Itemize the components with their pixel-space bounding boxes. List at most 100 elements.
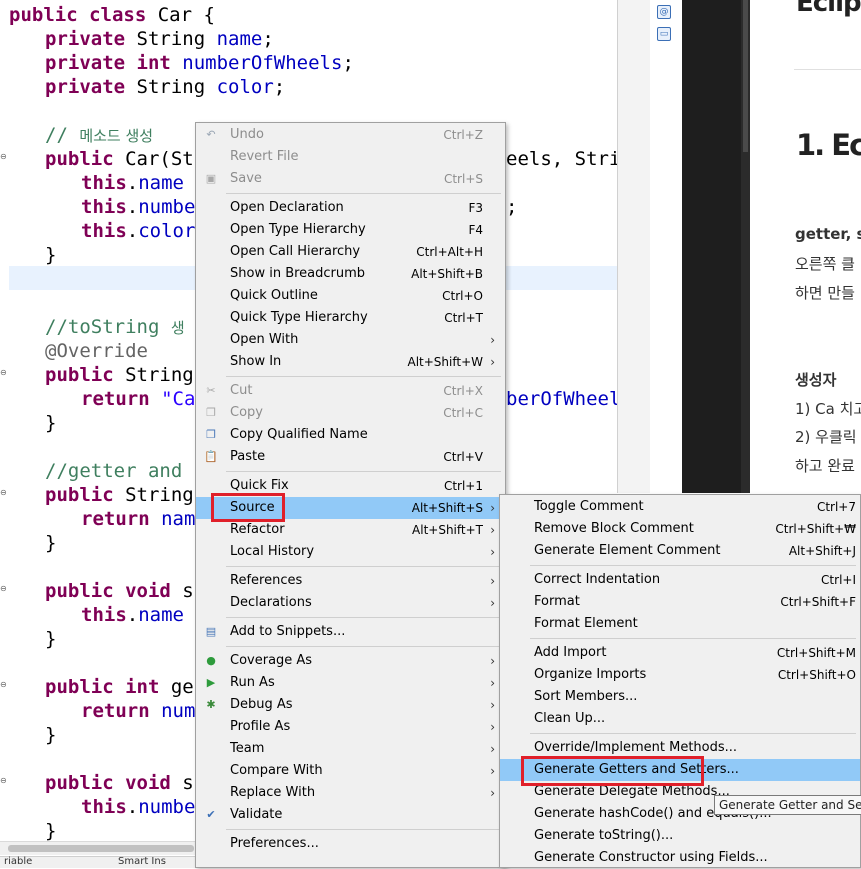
menu-item-label: Validate bbox=[230, 807, 283, 822]
menu-separator bbox=[226, 193, 501, 194]
code-line: public int ge bbox=[45, 676, 194, 698]
copy-qualified-icon: ❐ bbox=[206, 428, 216, 441]
copy-icon: ❐ bbox=[206, 406, 216, 419]
menu-separator bbox=[226, 566, 501, 567]
code-line: return "Ca bbox=[81, 388, 196, 410]
menu-item-shortcut: Ctrl+S bbox=[443, 172, 483, 186]
menu-item-shortcut: Alt+Shift+B bbox=[411, 267, 483, 281]
menu-separator bbox=[530, 638, 856, 639]
submenu-item-generate-constructor-using-fields[interactable]: Generate Constructor using Fields... bbox=[500, 847, 860, 869]
submenu-item-add-import[interactable]: Add Import Ctrl+Shift+M bbox=[500, 642, 860, 664]
menu-item-team[interactable]: Team › bbox=[196, 738, 505, 760]
menu-item-local-history[interactable]: Local History › bbox=[196, 541, 505, 563]
chevron-right-icon: › bbox=[490, 786, 495, 800]
menu-item-cut[interactable]: ✂ Cut Ctrl+X bbox=[196, 380, 505, 402]
menu-item-label: Coverage As bbox=[230, 653, 313, 668]
code-line: public Car(St bbox=[45, 148, 194, 170]
fold-icon[interactable]: ⊖ bbox=[0, 369, 8, 377]
save-icon: ▣ bbox=[205, 172, 217, 185]
menu-separator bbox=[226, 471, 501, 472]
menu-item-paste[interactable]: 📋 Paste Ctrl+V bbox=[196, 446, 505, 468]
code-line: @Override bbox=[45, 340, 148, 362]
submenu-item-clean-up[interactable]: Clean Up... bbox=[500, 708, 860, 730]
code-fragment: eels, Stri bbox=[506, 148, 617, 170]
run-icon: ▶ bbox=[206, 676, 216, 689]
menu-item-quick-outline[interactable]: Quick Outline Ctrl+O bbox=[196, 285, 505, 307]
code-line: this.color bbox=[81, 220, 196, 242]
menu-item-add-to-snippets[interactable]: ▤ Add to Snippets... bbox=[196, 621, 505, 643]
menu-item-revert-file[interactable]: Revert File bbox=[196, 146, 505, 168]
getters-setters-highlight-box bbox=[521, 756, 704, 786]
submenu-item-generate-element-comment[interactable]: Generate Element Comment Alt+Shift+J bbox=[500, 540, 860, 562]
menu-item-debug-as[interactable]: ✱ Debug As › bbox=[196, 694, 505, 716]
menu-item-label: Show In bbox=[230, 354, 282, 369]
blog-line: 오른쪽 클 bbox=[795, 255, 855, 273]
menu-item-copy[interactable]: ❐ Copy Ctrl+C bbox=[196, 402, 505, 424]
menu-item-label: Format bbox=[534, 594, 580, 609]
menu-item-show-in-breadcrumb[interactable]: Show in Breadcrumb Alt+Shift+B bbox=[196, 263, 505, 285]
declaration-icon[interactable]: ▭ bbox=[657, 27, 671, 41]
menu-item-label: Organize Imports bbox=[534, 667, 647, 682]
submenu-item-correct-indentation[interactable]: Correct Indentation Ctrl+I bbox=[500, 569, 860, 591]
menu-item-declarations[interactable]: Declarations › bbox=[196, 592, 505, 614]
chevron-right-icon: › bbox=[490, 355, 495, 369]
fold-icon[interactable]: ⊖ bbox=[0, 489, 8, 497]
menu-item-label: Show in Breadcrumb bbox=[230, 266, 366, 281]
dark-scrollbar-thumb[interactable] bbox=[743, 0, 748, 152]
submenu-item-toggle-comment[interactable]: Toggle Comment Ctrl+7 bbox=[500, 496, 860, 518]
submenu-item-format-element[interactable]: Format Element bbox=[500, 613, 860, 635]
menu-item-compare-with[interactable]: Compare With › bbox=[196, 760, 505, 782]
code-line: this.numbe bbox=[81, 796, 196, 818]
fold-icon[interactable]: ⊖ bbox=[0, 585, 8, 593]
menu-separator bbox=[226, 376, 501, 377]
chevron-right-icon: › bbox=[490, 764, 495, 778]
menu-item-copy-qualified-name[interactable]: ❐ Copy Qualified Name bbox=[196, 424, 505, 446]
menu-item-label: Add Import bbox=[534, 645, 607, 660]
menu-item-shortcut: Ctrl+Alt+H bbox=[416, 245, 483, 259]
submenu-item-format[interactable]: Format Ctrl+Shift+F bbox=[500, 591, 860, 613]
fold-icon[interactable]: ⊖ bbox=[0, 777, 8, 785]
menu-item-label: Format Element bbox=[534, 616, 638, 631]
submenu-item-generate-tostring[interactable]: Generate toString()... bbox=[500, 825, 860, 847]
chevron-right-icon: › bbox=[490, 596, 495, 610]
code-line: } bbox=[45, 532, 57, 554]
menu-item-shortcut: Ctrl+I bbox=[821, 573, 856, 587]
menu-item-label: Generate Constructor using Fields... bbox=[534, 850, 768, 865]
fold-icon[interactable]: ⊖ bbox=[0, 681, 8, 689]
code-line: private int numberOfWheels; bbox=[45, 52, 354, 74]
submenu-item-sort-members[interactable]: Sort Members... bbox=[500, 686, 860, 708]
menu-item-open-type-hierarchy[interactable]: Open Type Hierarchy F4 bbox=[196, 219, 505, 241]
menu-item-label: Quick Type Hierarchy bbox=[230, 310, 368, 325]
menu-item-validate[interactable]: ✔ Validate bbox=[196, 804, 505, 826]
menu-item-refactor[interactable]: Refactor Alt+Shift+T › bbox=[196, 519, 505, 541]
menu-item-open-with[interactable]: Open With › bbox=[196, 329, 505, 351]
menu-item-shortcut: Ctrl+7 bbox=[816, 500, 856, 514]
menu-separator bbox=[226, 829, 501, 830]
menu-item-undo[interactable]: ↶ Undo Ctrl+Z bbox=[196, 124, 505, 146]
menu-item-label: Refactor bbox=[230, 522, 285, 537]
blog-line: 하면 만들 bbox=[795, 284, 855, 302]
menu-item-shortcut: Ctrl+X bbox=[443, 384, 483, 398]
menu-item-profile-as[interactable]: Profile As › bbox=[196, 716, 505, 738]
submenu-item-remove-block-comment[interactable]: Remove Block Comment Ctrl+Shift+₩ bbox=[500, 518, 860, 540]
menu-separator bbox=[530, 733, 856, 734]
menu-item-replace-with[interactable]: Replace With › bbox=[196, 782, 505, 804]
menu-item-preferences[interactable]: Preferences... bbox=[196, 833, 505, 855]
menu-item-quick-type-hierarchy[interactable]: Quick Type Hierarchy Ctrl+T bbox=[196, 307, 505, 329]
menu-item-show-in[interactable]: Show In Alt+Shift+W › bbox=[196, 351, 505, 373]
submenu-item-organize-imports[interactable]: Organize Imports Ctrl+Shift+O bbox=[500, 664, 860, 686]
menu-item-open-declaration[interactable]: Open Declaration F3 bbox=[196, 197, 505, 219]
menu-item-label: Compare With bbox=[230, 763, 323, 778]
menu-item-label: Replace With bbox=[230, 785, 316, 800]
menu-item-save[interactable]: ▣ Save Ctrl+S bbox=[196, 168, 505, 190]
scrollbar-thumb[interactable] bbox=[8, 845, 194, 852]
menu-item-run-as[interactable]: ▶ Run As › bbox=[196, 672, 505, 694]
menu-item-label: Paste bbox=[230, 449, 266, 464]
code-line: } bbox=[45, 724, 57, 746]
chevron-right-icon: › bbox=[490, 545, 495, 559]
menu-item-coverage-as[interactable]: ● Coverage As › bbox=[196, 650, 505, 672]
menu-item-open-call-hierarchy[interactable]: Open Call Hierarchy Ctrl+Alt+H bbox=[196, 241, 505, 263]
menu-item-references[interactable]: References › bbox=[196, 570, 505, 592]
javadoc-icon[interactable]: @ bbox=[657, 5, 671, 19]
fold-icon[interactable]: ⊖ bbox=[0, 153, 8, 161]
